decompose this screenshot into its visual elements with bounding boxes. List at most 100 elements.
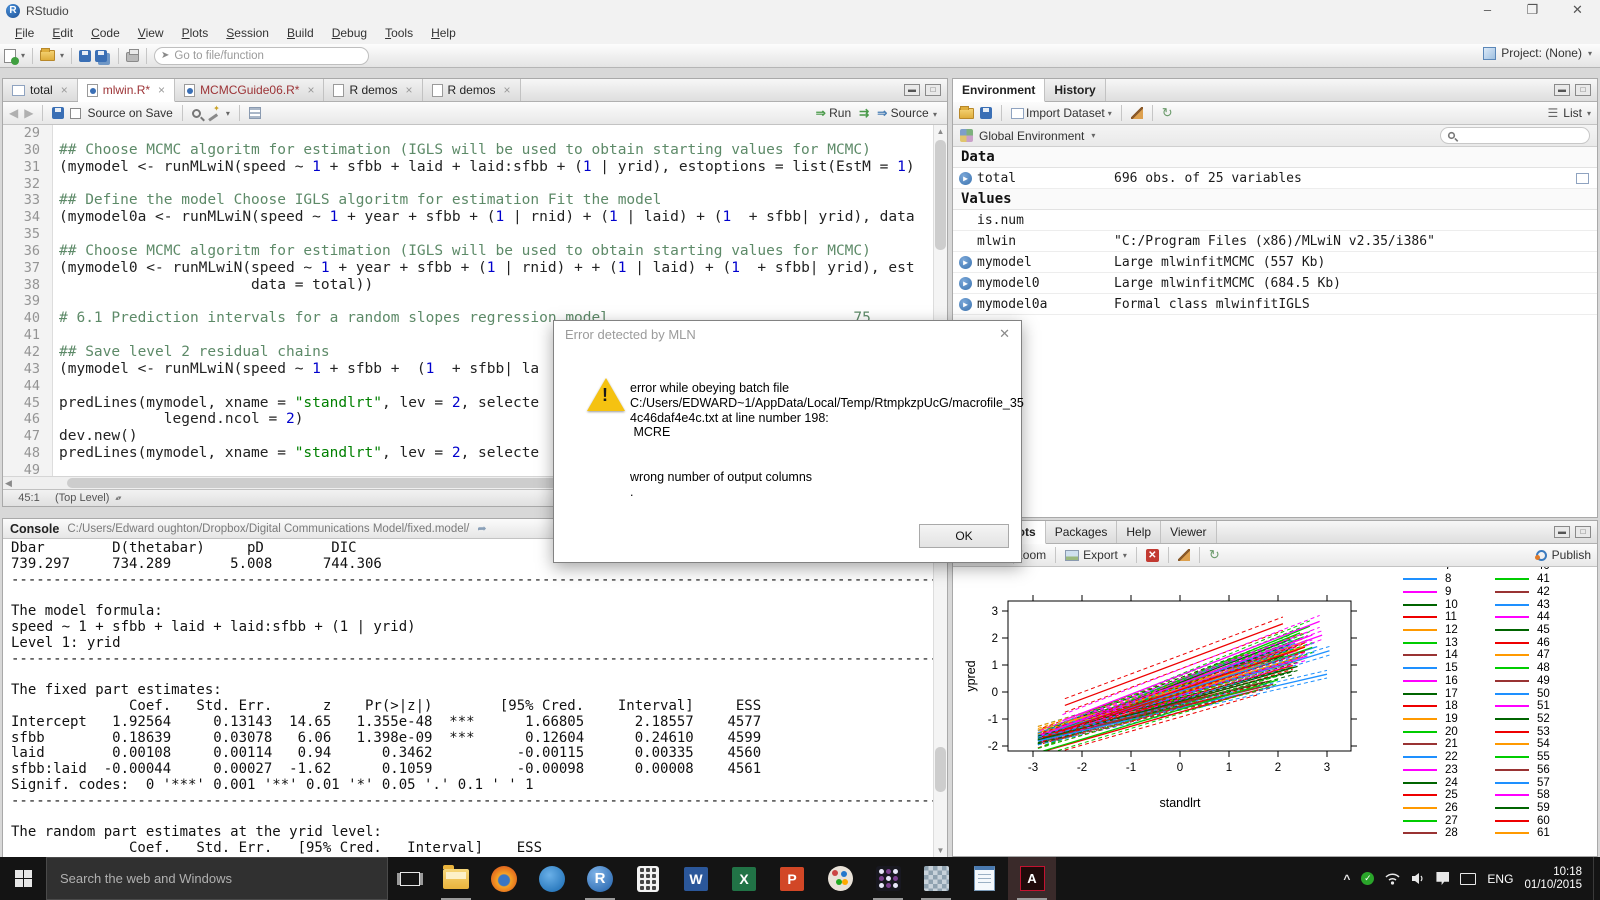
dialog-close-icon[interactable]: ✕	[999, 326, 1010, 342]
tab-close-icon[interactable]: ×	[61, 83, 68, 97]
maximize-pane-icon[interactable]: □	[1575, 84, 1591, 96]
restore-button[interactable]: ❐	[1510, 0, 1555, 22]
taskbar-app-r[interactable]: R	[576, 857, 624, 900]
menu-session[interactable]: Session	[217, 24, 278, 42]
menu-plots[interactable]: Plots	[173, 24, 218, 42]
save-all-icon[interactable]	[95, 50, 107, 62]
jump-to-directory-icon[interactable]: ➦	[477, 522, 486, 535]
print-icon[interactable]	[126, 52, 139, 62]
tab-total[interactable]: total×	[3, 79, 78, 101]
tab-viewer[interactable]: Viewer	[1161, 521, 1216, 543]
menu-debug[interactable]: Debug	[323, 24, 376, 42]
menu-help[interactable]: Help	[422, 24, 465, 42]
taskbar-search-input[interactable]: Search the web and Windows	[46, 857, 388, 900]
new-file-dropdown-icon[interactable]: ▾	[21, 51, 25, 60]
tab-environment[interactable]: Environment	[953, 79, 1045, 102]
scope-indicator[interactable]: (Top Level)	[55, 492, 109, 504]
tray-expand-icon[interactable]: ^	[1343, 872, 1350, 886]
tab-close-icon[interactable]: ×	[504, 83, 511, 97]
tab-mcmcguide06-r-[interactable]: MCMCGuide06.R*×	[175, 79, 324, 101]
save-icon[interactable]	[79, 50, 91, 62]
taskbar-app-notepad[interactable]	[960, 857, 1008, 900]
taskbar-app-thunderbird[interactable]	[528, 857, 576, 900]
taskbar-app-acrobat[interactable]: A	[1008, 857, 1056, 900]
menu-build[interactable]: Build	[278, 24, 323, 42]
scope-selector[interactable]: Global Environment	[979, 129, 1084, 143]
forward-icon[interactable]: ▶	[24, 106, 33, 120]
export-plot-button[interactable]: Export ▾	[1065, 548, 1127, 562]
rerun-icon[interactable]: ⇉	[859, 106, 869, 120]
tab-history[interactable]: History	[1045, 79, 1105, 101]
new-file-icon[interactable]	[4, 49, 16, 63]
taskbar-app-file-explorer[interactable]	[432, 857, 480, 900]
environment-row[interactable]: is.num	[953, 210, 1597, 231]
tab-packages[interactable]: Packages	[1046, 521, 1118, 543]
find-icon[interactable]	[192, 109, 201, 118]
tab-r-demos[interactable]: R demos×	[324, 79, 422, 101]
scroll-down-icon[interactable]: ▼	[934, 844, 947, 857]
load-workspace-icon[interactable]	[959, 108, 974, 119]
tab-mlwin-r-[interactable]: mlwin.R*×	[78, 79, 175, 102]
language-indicator[interactable]: ENG	[1487, 872, 1513, 886]
environment-row[interactable]: ▶mymodel0aFormal class mlwinfitIGLS	[953, 294, 1597, 315]
code-tools-dropdown-icon[interactable]: ▾	[226, 109, 230, 118]
menu-code[interactable]: Code	[82, 24, 129, 42]
minimize-button[interactable]: –	[1465, 0, 1510, 22]
source-button[interactable]: ⇒ Source ▾	[877, 106, 937, 120]
expand-object-icon[interactable]: ▶	[959, 277, 972, 290]
clear-workspace-icon[interactable]	[1131, 107, 1143, 119]
code-tools-icon[interactable]	[207, 107, 219, 119]
environment-row[interactable]: mlwin"C:/Program Files (x86)/MLwiN v2.35…	[953, 231, 1597, 252]
back-icon[interactable]: ◀	[9, 106, 18, 120]
notification-icon[interactable]	[1436, 872, 1449, 885]
environment-row[interactable]: ▶mymodelLarge mlwinfitMCMC (557 Kb)	[953, 252, 1597, 273]
hscroll-thumb[interactable]	[67, 478, 612, 488]
security-icon[interactable]: ✓	[1361, 872, 1374, 885]
minimize-pane-icon[interactable]: ▬	[1554, 526, 1570, 538]
minimize-pane-icon[interactable]: ▬	[904, 84, 920, 96]
scroll-up-icon[interactable]: ▲	[934, 125, 947, 138]
goto-file-search[interactable]: ➤ Go to file/function	[154, 47, 369, 65]
open-recent-dropdown-icon[interactable]: ▾	[60, 51, 64, 60]
save-workspace-icon[interactable]	[980, 107, 992, 119]
minimize-pane-icon[interactable]: ▬	[1554, 84, 1570, 96]
console-title[interactable]: Console	[10, 522, 59, 536]
publish-button[interactable]: Publish	[1536, 548, 1591, 562]
console-output[interactable]: Dbar D(thetabar) pD DIC 739.297 734.289 …	[3, 539, 933, 857]
run-button[interactable]: ⇒ Run	[816, 106, 851, 120]
environment-row[interactable]: ▶mymodel0Large mlwinfitMCMC (684.5 Kb)	[953, 273, 1597, 294]
console-vertical-scrollbar[interactable]: ▲ ▼	[933, 539, 947, 857]
menu-view[interactable]: View	[129, 24, 173, 42]
taskbar-app-keypad-app[interactable]	[624, 857, 672, 900]
environment-search-input[interactable]	[1440, 127, 1590, 144]
refresh-plot-icon[interactable]: ↻	[1209, 547, 1220, 563]
expand-object-icon[interactable]: ▶	[959, 298, 972, 311]
scope-dropdown-icon[interactable]: ▾	[1091, 131, 1095, 140]
tab-close-icon[interactable]: ×	[158, 83, 165, 97]
ok-button[interactable]: OK	[919, 524, 1009, 548]
volume-icon[interactable]	[1411, 872, 1425, 885]
task-view-button[interactable]	[388, 857, 432, 900]
keyboard-icon[interactable]	[1460, 873, 1476, 885]
menu-tools[interactable]: Tools	[376, 24, 422, 42]
taskbar-app-firefox[interactable]	[480, 857, 528, 900]
taskbar-app-paint[interactable]	[816, 857, 864, 900]
start-button[interactable]	[0, 857, 46, 900]
menu-file[interactable]: File	[6, 24, 43, 42]
expand-object-icon[interactable]: ▶	[959, 256, 972, 269]
taskbar-app-excel[interactable]: X	[720, 857, 768, 900]
taskbar-app-powerpoint[interactable]: P	[768, 857, 816, 900]
maximize-pane-icon[interactable]: □	[1575, 526, 1591, 538]
taskbar-app-mlwin-dots-app[interactable]	[864, 857, 912, 900]
scroll-thumb[interactable]	[935, 140, 946, 250]
source-on-save-checkbox[interactable]	[70, 108, 81, 119]
import-dataset-button[interactable]: Import Dataset ▾	[1011, 106, 1112, 120]
wifi-icon[interactable]	[1385, 872, 1400, 885]
view-data-icon[interactable]	[1576, 173, 1589, 184]
environment-row[interactable]: ▶total696 obs. of 25 variables	[953, 168, 1597, 189]
taskbar-app-mosaic-app[interactable]	[912, 857, 960, 900]
tab-close-icon[interactable]: ×	[307, 83, 314, 97]
scroll-thumb[interactable]	[935, 747, 946, 792]
list-view-button[interactable]: ☰ List ▾	[1548, 106, 1591, 120]
taskbar-app-word[interactable]: W	[672, 857, 720, 900]
